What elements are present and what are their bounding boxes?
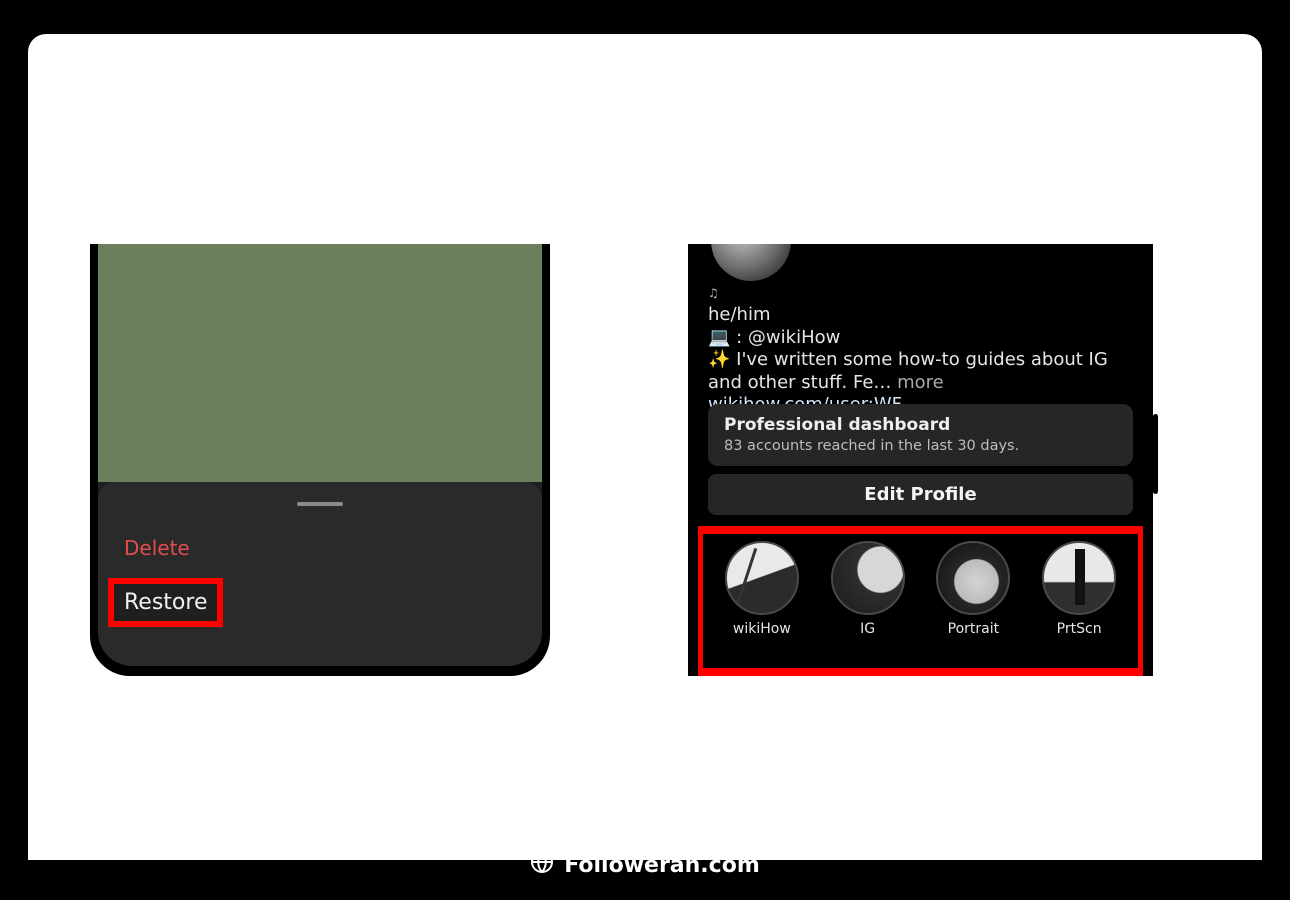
highlight-item[interactable]: PrtScn	[1034, 541, 1124, 637]
pronouns-text: he/him	[708, 304, 1133, 327]
content-panel: Delete Restore ♫ he/him 💻 : @wikiHow	[28, 34, 1262, 860]
bio-work-line: 💻 : @wikiHow	[708, 327, 1133, 350]
phone-left-screen: Delete Restore	[98, 244, 542, 666]
bio-sparkle-line: ✨ I've written some how-to guides about …	[708, 349, 1133, 394]
highlight-cover	[936, 541, 1010, 615]
action-sheet: Delete Restore	[98, 482, 542, 666]
professional-dashboard-card[interactable]: Professional dashboard 83 accounts reach…	[708, 404, 1133, 466]
phone-right: ♫ he/him 💻 : @wikiHow ✨ I've written som…	[688, 244, 1153, 676]
highlight-label: wikiHow	[733, 621, 791, 637]
phone-side-button	[1153, 414, 1158, 494]
music-note-icon: ♫	[708, 286, 1133, 301]
profile-bio: ♫ he/him 💻 : @wikiHow ✨ I've written som…	[708, 286, 1133, 417]
device-mock-frame: Delete Restore ♫ he/him 💻 : @wikiHow	[10, 12, 1280, 890]
highlight-item[interactable]: Portrait	[928, 541, 1018, 637]
restore-highlight-box: Restore	[108, 578, 223, 627]
restore-option[interactable]: Restore	[114, 584, 217, 621]
branding-footer: Followeran.com	[10, 840, 1280, 890]
highlight-item[interactable]: IG	[823, 541, 913, 637]
avatar[interactable]	[708, 244, 794, 284]
laptop-icon: 💻 :	[708, 327, 748, 348]
highlight-item[interactable]: wikiHow	[717, 541, 807, 637]
sparkle-icon: ✨	[708, 349, 736, 370]
work-handle-link[interactable]: @wikiHow	[748, 327, 840, 348]
highlights-annotation-box: wikiHow IG Portrait PrtScn	[698, 526, 1143, 676]
edit-profile-button[interactable]: Edit Profile	[708, 474, 1133, 515]
delete-option[interactable]: Delete	[98, 528, 542, 578]
highlight-label: PrtScn	[1057, 621, 1102, 637]
highlight-label: IG	[860, 621, 875, 637]
highlight-cover	[1042, 541, 1116, 615]
highlight-label: Portrait	[948, 621, 999, 637]
footer-site-label: Followeran.com	[564, 853, 760, 878]
globe-icon	[530, 850, 554, 880]
bio-more-link[interactable]: more	[891, 372, 943, 393]
highlight-cover	[725, 541, 799, 615]
archived-story-preview	[98, 244, 542, 482]
pro-dashboard-subtitle: 83 accounts reached in the last 30 days.	[724, 438, 1117, 454]
pro-dashboard-title: Professional dashboard	[724, 415, 1117, 435]
highlight-cover	[831, 541, 905, 615]
phone-left: Delete Restore	[90, 244, 550, 676]
sheet-grabber[interactable]	[297, 502, 343, 506]
phone-right-screen: ♫ he/him 💻 : @wikiHow ✨ I've written som…	[698, 244, 1143, 676]
